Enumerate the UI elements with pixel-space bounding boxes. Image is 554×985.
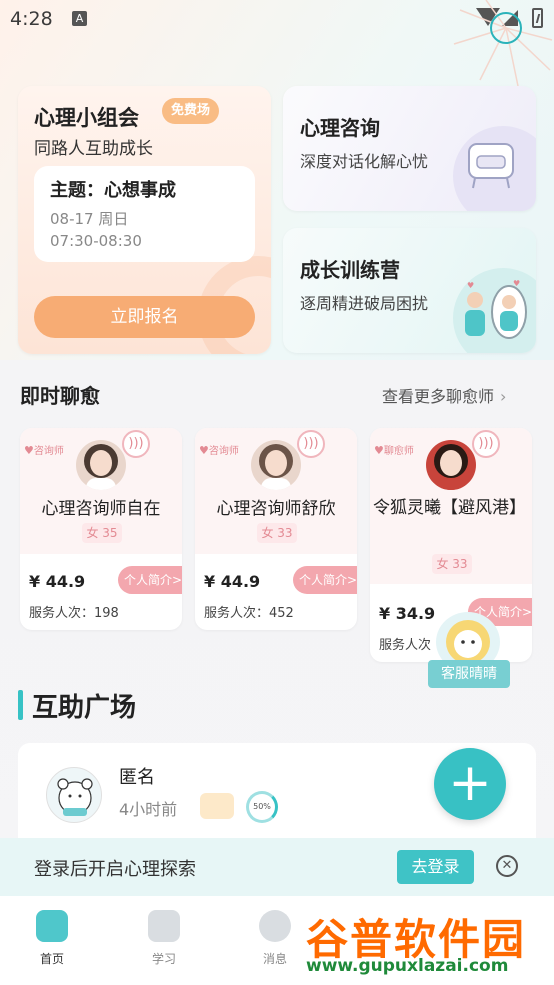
login-button[interactable]: 去登录: [397, 850, 474, 884]
watermark: 谷普软件园 www.gupuxlazai.com: [302, 898, 554, 985]
camp-subtitle: 逐周精进破局困扰: [300, 294, 429, 313]
svg-text:♥: ♥: [467, 281, 474, 290]
profile-button[interactable]: 个人简介>: [293, 566, 357, 594]
heart-icon: ♥: [374, 444, 384, 457]
avatar-face: [90, 450, 112, 476]
consult-subtitle: 深度对话化解心忧: [300, 152, 429, 171]
voice-icon[interactable]: ))): [122, 430, 150, 458]
counselor-name: 心理咨询师舒欣: [216, 499, 336, 519]
counselor-card[interactable]: ♥咨询师 ))) 心理咨询师自在 女 35 ¥ 44.9 个人简介> 服务人次：…: [20, 428, 182, 630]
login-banner: 登录后开启心理探索 去登录 ✕: [0, 838, 554, 896]
section-accent-bar: [18, 690, 23, 720]
role-badge: ♥聊愈师: [374, 442, 414, 457]
free-badge: 免费场: [162, 98, 220, 124]
chat-section-title: 即时聊愈: [20, 384, 100, 408]
chevron-right-icon: ›: [500, 387, 507, 406]
avatar: [76, 440, 126, 490]
add-post-button[interactable]: +: [434, 748, 506, 820]
consult-card[interactable]: 心理咨询 深度对话化解心忧: [283, 86, 536, 211]
customer-service-label: 客服晴晴: [428, 660, 510, 688]
voice-icon[interactable]: ))): [297, 430, 325, 458]
mood-sticker-icon: [200, 793, 234, 819]
nav-item-home[interactable]: 首页: [22, 910, 82, 967]
avatar-face: [265, 450, 287, 476]
nav-label: 学习: [151, 952, 176, 966]
training-camp-card[interactable]: ♥ ♥ 成长训练营 逐周精进破局困扰: [283, 228, 536, 353]
nav-item-learn[interactable]: 学习: [134, 910, 194, 967]
avatar-face: [440, 450, 462, 476]
role-badge-label: 聊愈师: [383, 446, 414, 457]
price: ¥ 44.9: [29, 572, 86, 591]
counselor-name: 令狐灵曦【避风港】: [373, 498, 526, 518]
customer-service-button[interactable]: 客服晴晴: [428, 612, 510, 690]
avatar-body: [436, 478, 466, 490]
counselor-name: 心理咨询师自在: [41, 499, 161, 519]
group-session-card[interactable]: 心理小组会 免费场 同路人互助成长 主题：心想事成 08-17 周日 07:30…: [18, 86, 271, 354]
price: ¥ 44.9: [204, 572, 261, 591]
camp-title: 成长训练营: [300, 258, 400, 282]
price: ¥ 34.9: [379, 604, 436, 623]
avatar: [426, 440, 476, 490]
home-icon: [36, 910, 68, 942]
gender-age-tag: 女 35: [82, 523, 122, 543]
nav-label: 消息: [262, 952, 287, 966]
bear-avatar-icon: [57, 778, 93, 816]
people-icon: ♥ ♥: [465, 279, 527, 339]
post-author: 匿名: [119, 767, 155, 788]
topic-box: 主题：心想事成 08-17 周日 07:30-08:30: [34, 166, 255, 262]
role-badge-label: 咨询师: [208, 446, 239, 457]
message-icon: [259, 910, 291, 942]
avatar: [251, 440, 301, 490]
role-badge-label: 咨询师: [33, 446, 64, 457]
served-count: 服务人次：452: [204, 606, 294, 621]
avatar-body: [86, 478, 116, 490]
more-counselors-link[interactable]: 查看更多聊愈师 ›: [382, 383, 506, 407]
gender-age-tag: 女 33: [432, 554, 472, 574]
group-topic: 主题：心想事成: [50, 180, 176, 201]
heart-icon: ♥: [199, 444, 209, 457]
progress-ring: 50%: [246, 791, 278, 823]
notification-icon: A: [72, 11, 87, 26]
avatar: [46, 767, 102, 823]
role-badge: ♥咨询师: [24, 442, 64, 457]
role-badge: ♥咨询师: [199, 442, 239, 457]
nav-label: 首页: [39, 952, 64, 966]
voice-icon[interactable]: ))): [472, 430, 500, 458]
group-time: 07:30-08:30: [50, 232, 142, 250]
close-icon[interactable]: ✕: [496, 855, 518, 877]
gender-age-tag: 女 33: [257, 523, 297, 543]
post-time: 4小时前: [119, 800, 178, 819]
counselor-card[interactable]: ♥咨询师 ))) 心理咨询师舒欣 女 33 ¥ 44.9 个人简介> 服务人次：…: [195, 428, 357, 630]
group-date: 08-17 周日: [50, 210, 129, 228]
more-link-label: 查看更多聊愈师: [382, 387, 495, 406]
avatar-body: [261, 478, 291, 490]
served-count: 服务人次: [379, 638, 432, 653]
consult-title: 心理咨询: [300, 116, 380, 140]
svg-text:♥: ♥: [513, 279, 520, 288]
heart-icon: ♥: [24, 444, 34, 457]
book-icon: [148, 910, 180, 942]
join-button[interactable]: 立即报名: [34, 296, 255, 338]
group-subtitle: 同路人互助成长: [34, 139, 153, 159]
nav-item-messages[interactable]: 消息: [245, 910, 305, 967]
watermark-url: www.gupuxlazai.com: [306, 956, 509, 976]
sofa-icon: [468, 143, 514, 189]
login-banner-text: 登录后开启心理探索: [34, 859, 196, 880]
served-count: 服务人次：198: [29, 606, 119, 621]
sun-icon: [490, 12, 522, 44]
profile-button[interactable]: 个人简介>: [118, 566, 182, 594]
status-time: 4:28: [10, 8, 53, 30]
group-title: 心理小组会: [34, 106, 139, 130]
mutual-help-title: 互助广场: [32, 693, 137, 723]
